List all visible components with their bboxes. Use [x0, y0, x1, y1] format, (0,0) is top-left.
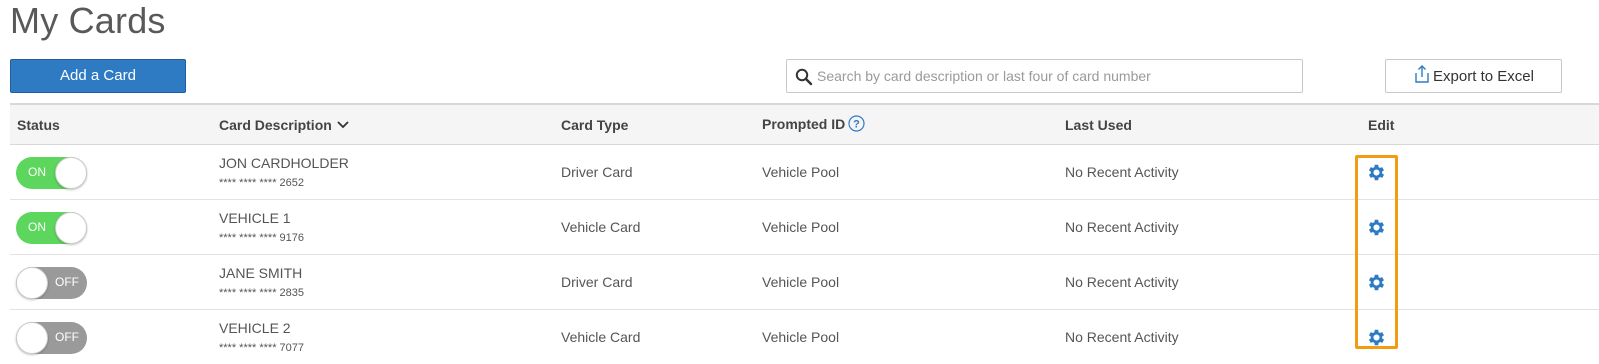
table-row: ON VEHICLE 1 **** **** **** 9176 Vehicle… — [10, 200, 1599, 255]
gear-icon[interactable] — [1366, 162, 1387, 183]
header-card-type: Card Type — [561, 117, 628, 133]
prompted-id: Vehicle Pool — [762, 329, 840, 345]
toggle-label: OFF — [55, 330, 79, 344]
header-last-used-label: Last Used — [1065, 117, 1132, 133]
last-used: No Recent Activity — [1065, 329, 1179, 345]
header-status-label: Status — [17, 117, 60, 133]
page-title: My Cards — [10, 0, 166, 41]
header-edit-label: Edit — [1368, 117, 1395, 133]
card-number: **** **** **** 7077 — [219, 342, 305, 354]
export-to-excel-button[interactable]: Export to Excel — [1385, 59, 1562, 93]
gear-icon[interactable] — [1366, 272, 1387, 293]
card-name: JANE SMITH — [219, 265, 303, 281]
table-row: ON JON CARDHOLDER **** **** **** 2652 Dr… — [10, 145, 1599, 200]
add-card-button[interactable]: Add a Card — [10, 59, 186, 93]
help-icon[interactable]: ? — [848, 115, 865, 132]
header-prompted-id: Prompted ID ? — [762, 115, 865, 132]
card-number: **** **** **** 9176 — [219, 232, 305, 244]
toggle-label: ON — [28, 165, 46, 179]
last-used: No Recent Activity — [1065, 164, 1179, 180]
prompted-id: Vehicle Pool — [762, 274, 840, 290]
header-card-description[interactable]: Card Description — [219, 117, 350, 133]
header-status: Status — [17, 117, 60, 133]
prompted-id: Vehicle Pool — [762, 164, 840, 180]
card-name: JON CARDHOLDER — [219, 155, 349, 171]
card-type: Driver Card — [561, 164, 633, 180]
toggle-knob — [16, 322, 48, 354]
header-edit: Edit — [1368, 117, 1394, 133]
table-header: Status Card Description Card Type Prompt… — [10, 103, 1599, 145]
status-toggle[interactable]: OFF — [16, 322, 87, 354]
status-toggle[interactable]: ON — [16, 212, 87, 244]
header-card-type-label: Card Type — [561, 117, 629, 133]
table-row: OFF JANE SMITH **** **** **** 2835 Drive… — [10, 255, 1599, 310]
export-label: Export to Excel — [1433, 67, 1534, 85]
card-type: Driver Card — [561, 274, 633, 290]
toggle-label: OFF — [55, 275, 79, 289]
toggle-knob — [55, 157, 87, 189]
last-used: No Recent Activity — [1065, 219, 1179, 235]
status-toggle[interactable]: ON — [16, 157, 87, 189]
gear-icon[interactable] — [1366, 327, 1387, 348]
toggle-label: ON — [28, 220, 46, 234]
search-box — [786, 59, 1303, 93]
gear-icon[interactable] — [1366, 217, 1387, 238]
svg-text:?: ? — [853, 119, 860, 131]
card-name: VEHICLE 2 — [219, 320, 291, 336]
toggle-knob — [16, 267, 48, 299]
header-last-used: Last Used — [1065, 117, 1132, 133]
prompted-id: Vehicle Pool — [762, 219, 840, 235]
card-name: VEHICLE 1 — [219, 210, 291, 226]
search-icon — [795, 68, 813, 86]
card-type: Vehicle Card — [561, 219, 641, 235]
header-prompted-id-label: Prompted ID — [762, 115, 846, 132]
cards-table: Status Card Description Card Type Prompt… — [10, 103, 1599, 364]
search-input[interactable] — [817, 61, 1297, 91]
card-type: Vehicle Card — [561, 329, 641, 345]
export-icon — [1415, 65, 1429, 83]
chevron-down-icon — [337, 121, 349, 129]
status-toggle[interactable]: OFF — [16, 267, 87, 299]
toggle-knob — [55, 212, 87, 244]
header-card-description-label: Card Description — [219, 117, 332, 133]
last-used: No Recent Activity — [1065, 274, 1179, 290]
card-number: **** **** **** 2835 — [219, 287, 305, 299]
card-number: **** **** **** 2652 — [219, 177, 305, 189]
table-row: OFF VEHICLE 2 **** **** **** 7077 Vehicl… — [10, 310, 1599, 364]
